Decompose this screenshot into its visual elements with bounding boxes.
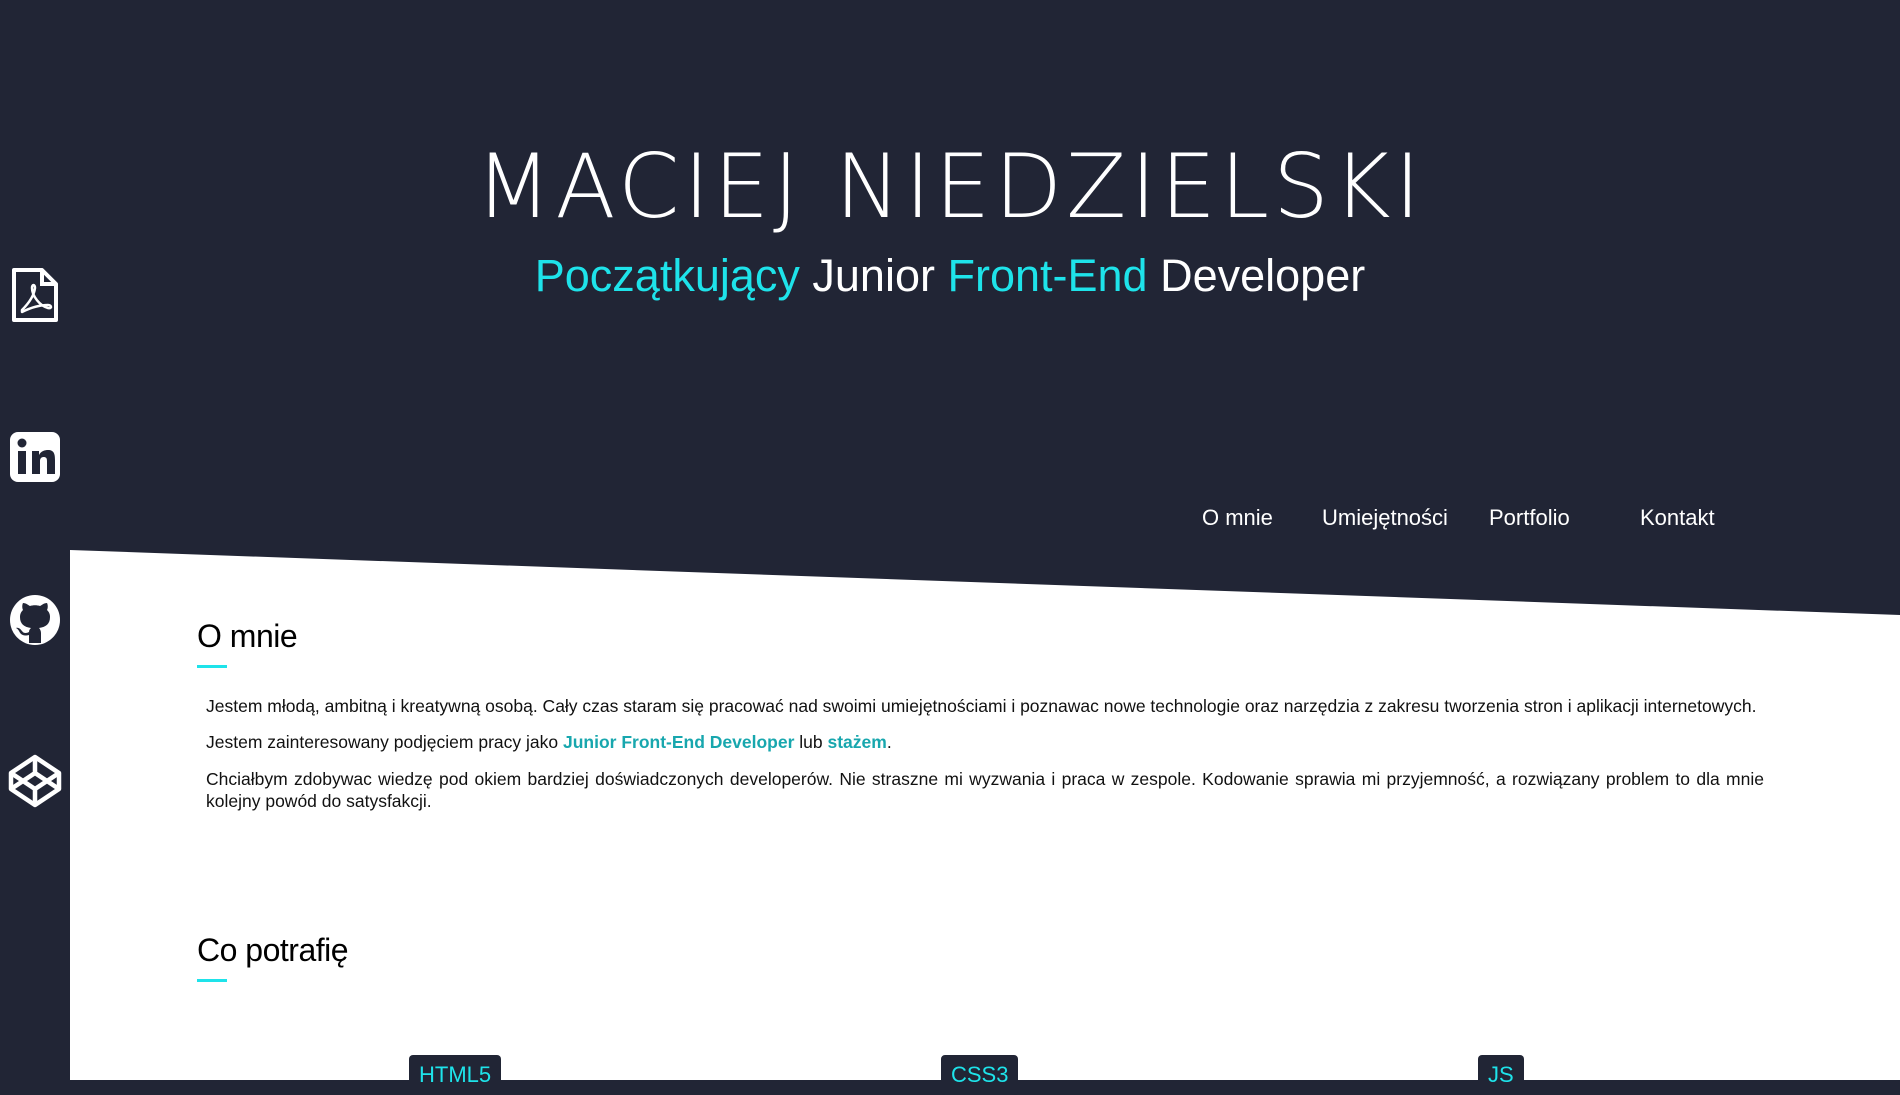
internship-link[interactable]: stażem	[827, 732, 886, 752]
codepen-icon[interactable]	[8, 754, 62, 808]
content-background	[70, 550, 1900, 1080]
pdf-icon[interactable]	[8, 268, 62, 322]
social-sidebar	[0, 0, 70, 1080]
junior-dev-link[interactable]: Junior Front-End Developer	[563, 732, 794, 752]
about-title: O mnie	[197, 618, 298, 654]
linkedin-icon[interactable]	[8, 430, 62, 484]
about-paragraph-2: Jestem zainteresowany podjęciem pracy ja…	[206, 731, 1764, 753]
skill-tag-html5: HTML5	[409, 1055, 502, 1095]
about-paragraph-1: Jestem młodą, ambitną i kreatywną osobą.…	[206, 696, 1757, 716]
skill-tag-css3: CSS3	[941, 1055, 1019, 1095]
about-p2-prefix: Jestem zainteresowany podjęciem pracy ja…	[206, 732, 563, 752]
skill-tag-js: JS	[1478, 1055, 1524, 1095]
about-p2-suffix: .	[886, 732, 892, 752]
skills-title-underline	[197, 979, 227, 982]
about-title-underline	[197, 665, 227, 668]
about-paragraph-3: Chciałbym zdobywac wiedzę pod okiem bard…	[206, 769, 1764, 811]
skills-title: Co potrafię	[197, 932, 349, 968]
github-icon[interactable]	[8, 593, 62, 647]
about-p2-mid: lub	[794, 732, 828, 752]
